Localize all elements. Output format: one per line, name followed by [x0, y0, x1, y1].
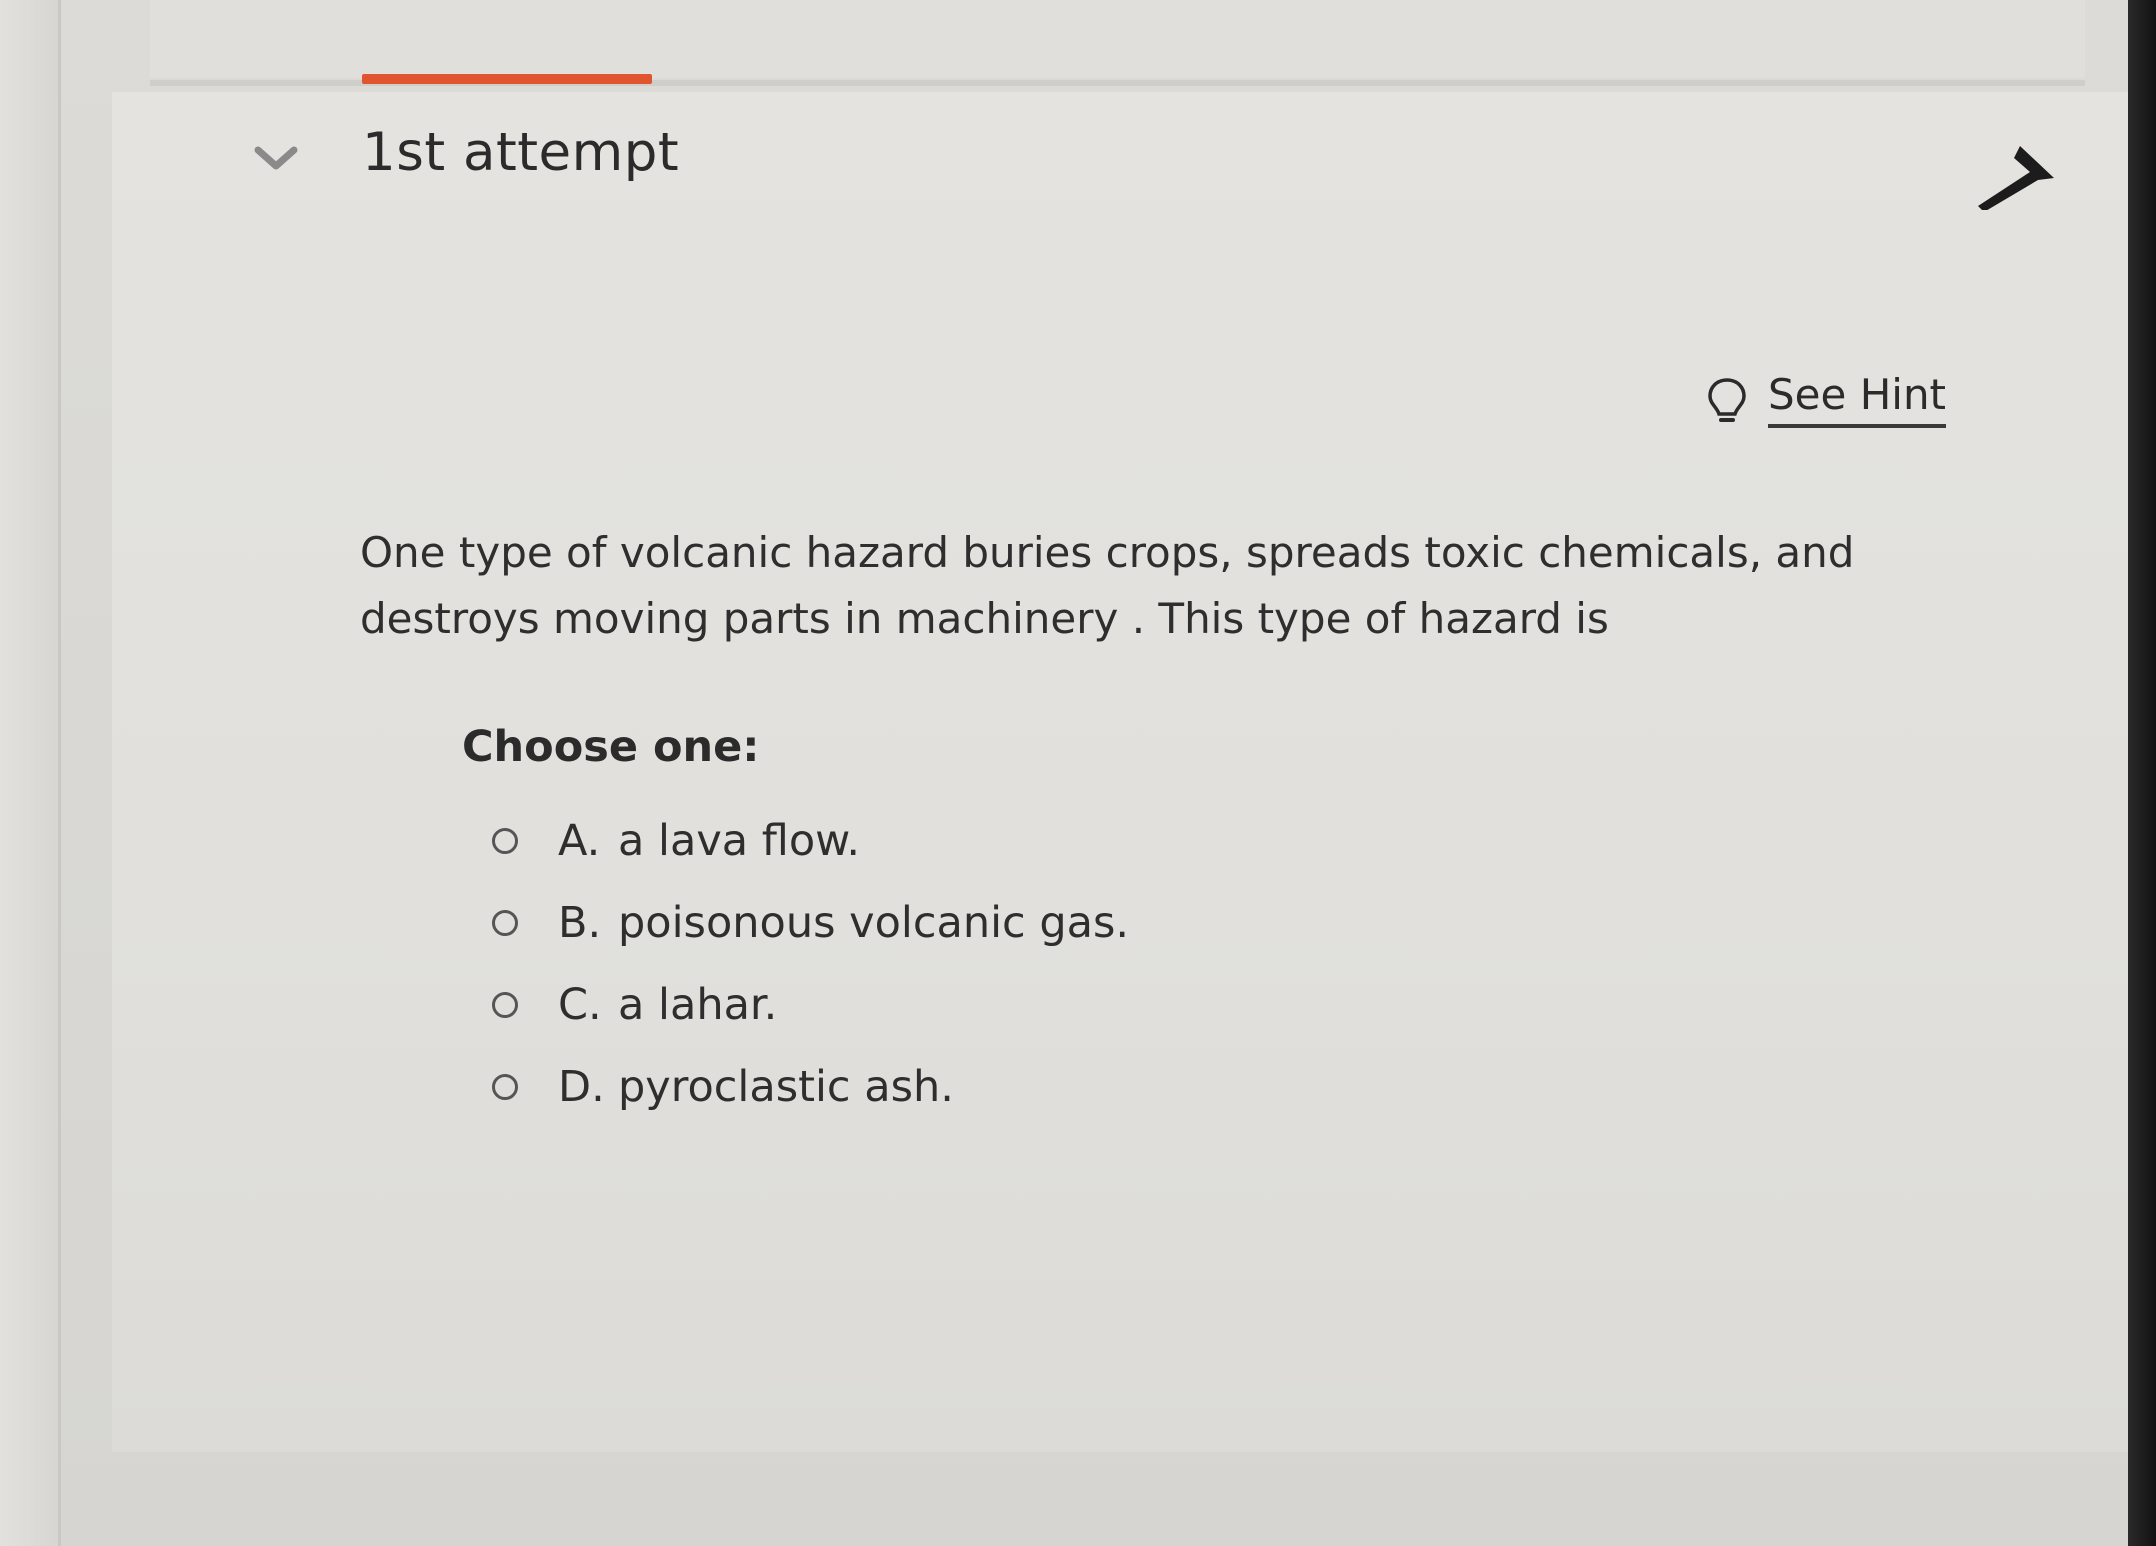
- radio-button-a[interactable]: [492, 828, 518, 854]
- option-d[interactable]: D. pyroclastic ash.: [480, 1046, 1680, 1128]
- option-letter: B.: [558, 898, 602, 948]
- radio-button-b[interactable]: [492, 910, 518, 936]
- left-rail: [0, 0, 61, 1546]
- option-letter: A.: [558, 816, 601, 866]
- screen-bezel: [2128, 0, 2156, 1546]
- attempt-title: 1st attempt: [362, 122, 680, 183]
- page-frame: 1st attempt See Hint One type of volcani…: [0, 0, 2156, 1546]
- option-letter: C.: [558, 980, 602, 1030]
- option-letter: D.: [558, 1062, 605, 1112]
- chevron-down-icon[interactable]: [252, 140, 300, 176]
- question-card: [112, 92, 2140, 1452]
- see-hint-link[interactable]: See Hint: [1768, 374, 1947, 428]
- option-text: poisonous volcanic gas.: [618, 898, 1130, 948]
- option-text: a lahar.: [618, 980, 778, 1030]
- lightbulb-icon: [1708, 378, 1746, 422]
- radio-button-c[interactable]: [492, 992, 518, 1018]
- arrow-up-icon[interactable]: [1970, 130, 2060, 210]
- option-text: pyroclastic ash.: [618, 1062, 954, 1112]
- option-text: a lava flow.: [618, 816, 861, 866]
- see-hint-button[interactable]: See Hint: [1706, 366, 1947, 436]
- answer-options: A. a lava flow. B. poisonous volcanic ga…: [480, 800, 1680, 1128]
- option-c[interactable]: C. a lahar.: [480, 964, 1680, 1046]
- question-text: One type of volcanic hazard buries crops…: [360, 528, 1855, 643]
- option-b[interactable]: B. poisonous volcanic gas.: [480, 882, 1680, 964]
- top-strip: [150, 0, 2085, 78]
- attempt-header[interactable]: 1st attempt: [240, 120, 2070, 210]
- active-tab-indicator: [362, 74, 652, 84]
- choose-one-label: Choose one:: [462, 722, 760, 772]
- option-a[interactable]: A. a lava flow.: [480, 800, 1680, 882]
- radio-button-d[interactable]: [492, 1074, 518, 1100]
